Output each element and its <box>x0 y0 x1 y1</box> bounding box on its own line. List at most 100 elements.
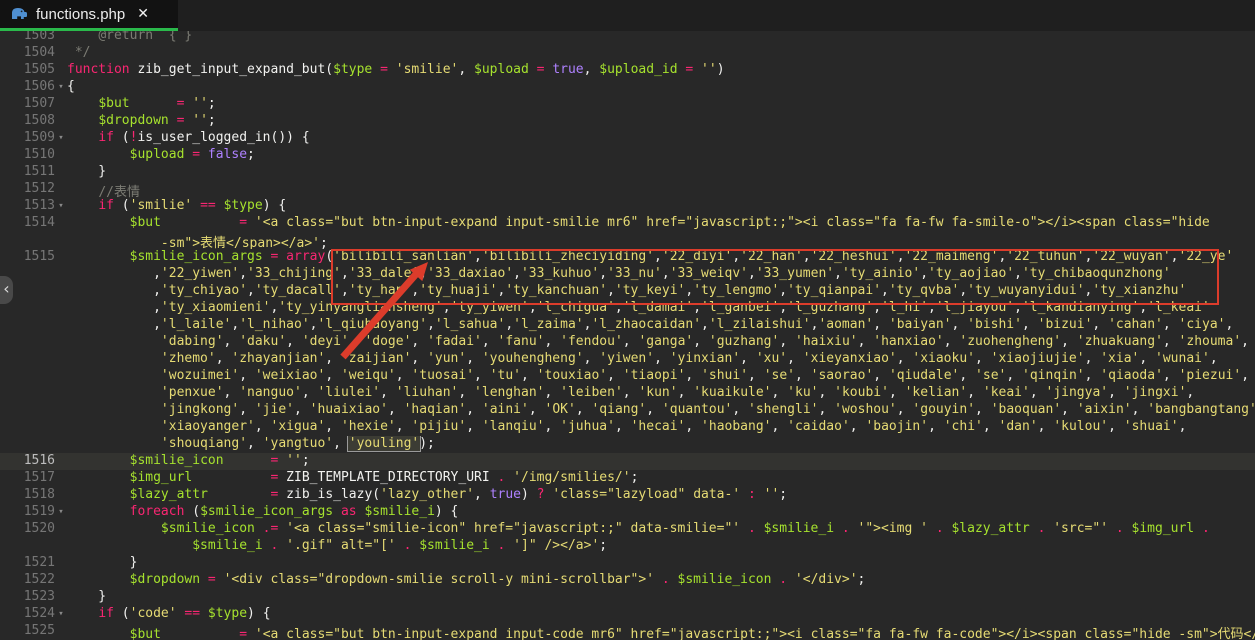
line-number <box>0 368 55 385</box>
code-text: $lazy_attr = zib_is_lazy('lazy_other', t… <box>67 487 1255 504</box>
fold-spacer <box>55 317 67 334</box>
code-line: ,'ty_xiaomieni','ty_yinyangliansheng','t… <box>0 300 1255 317</box>
line-number <box>0 538 55 555</box>
fold-spacer <box>55 419 67 436</box>
fold-spacer <box>55 351 67 368</box>
panel-collapse-handle[interactable]: ‹ <box>0 276 13 304</box>
code-line: 1514 $but = '<a class="but btn-input-exp… <box>0 215 1255 232</box>
code-text: $smilie_icon .= '<a class="smilie-icon" … <box>67 521 1255 538</box>
code-text: 'xiaoyanger', 'xigua', 'hexie', 'pijiu',… <box>67 419 1255 436</box>
line-number <box>0 351 55 368</box>
fold-spacer <box>55 181 67 198</box>
code-line: 'jingkong', 'jie', 'huaixiao', 'haqian',… <box>0 402 1255 419</box>
code-text: $smilie_icon_args = array('bilibili_sanl… <box>67 249 1255 266</box>
code-line: 1519▾ foreach ($smilie_icon_args as $smi… <box>0 504 1255 521</box>
code-line: 1518 $lazy_attr = zib_is_lazy('lazy_othe… <box>0 487 1255 504</box>
code-line: 1517 $img_url = ZIB_TEMPLATE_DIRECTORY_U… <box>0 470 1255 487</box>
code-line: 1507 $but = ''; <box>0 96 1255 113</box>
code-line: 1521 } <box>0 555 1255 572</box>
fold-spacer <box>55 589 67 606</box>
fold-marker-icon[interactable]: ▾ <box>55 198 67 215</box>
code-line: ,'22_yiwen','33_chijing','33_dale','33_d… <box>0 266 1255 283</box>
line-number <box>0 334 55 351</box>
fold-spacer <box>55 283 67 300</box>
code-line: 1506▾{ <box>0 79 1255 96</box>
fold-marker-icon[interactable]: ▾ <box>55 504 67 521</box>
code-line: 1512 //表情 <box>0 181 1255 198</box>
code-text: ,'ty_chiyao','ty_dacall','ty_han','ty_hu… <box>67 283 1255 300</box>
fold-spacer <box>55 62 67 79</box>
code-text: $smilie_i . '.gif" alt="[' . $smilie_i .… <box>67 538 1255 555</box>
code-line: 1516 $smilie_icon = ''; <box>0 453 1255 470</box>
fold-spacer <box>55 436 67 453</box>
code-text: ,'l_laile','l_nihao','l_qiubaoyang','l_s… <box>67 317 1255 334</box>
code-line: $smilie_i . '.gif" alt="[' . $smilie_i .… <box>0 538 1255 555</box>
fold-spacer <box>55 521 67 538</box>
line-number <box>0 402 55 419</box>
code-text: 'jingkong', 'jie', 'huaixiao', 'haqian',… <box>67 402 1255 419</box>
line-number: 1522 <box>0 572 55 589</box>
code-text: 'penxue', 'nanguo', 'liulei', 'liuhan', … <box>67 385 1255 402</box>
fold-spacer <box>55 164 67 181</box>
active-tab-underline <box>0 28 178 31</box>
code-line: 1515 $smilie_icon_args = array('bilibili… <box>0 249 1255 266</box>
fold-marker-icon[interactable]: ▾ <box>55 606 67 623</box>
code-line: 1523 } <box>0 589 1255 606</box>
fold-spacer <box>55 215 67 232</box>
code-line: 'dabing', 'daku', 'deyi', 'doge', 'fadai… <box>0 334 1255 351</box>
code-text: */ <box>67 45 1255 62</box>
code-line: 1524▾ if ('code' == $type) { <box>0 606 1255 623</box>
line-number: 1519 <box>0 504 55 521</box>
code-text: ,'ty_xiaomieni','ty_yinyangliansheng','t… <box>67 300 1255 317</box>
chevron-left-icon: ‹ <box>3 281 9 297</box>
code-area[interactable]: 1503 @return { }1504 */1505function zib_… <box>0 28 1255 640</box>
line-number: 1518 <box>0 487 55 504</box>
line-number: 1516 <box>0 453 55 470</box>
fold-spacer <box>55 368 67 385</box>
code-text: } <box>67 555 1255 572</box>
code-line: 1505function zib_get_input_expand_but($t… <box>0 62 1255 79</box>
php-elephant-icon <box>10 7 28 21</box>
fold-marker-icon[interactable]: ▾ <box>55 79 67 96</box>
line-number: 1509 <box>0 130 55 147</box>
line-number: 1515 <box>0 249 55 266</box>
fold-spacer <box>55 623 67 640</box>
fold-spacer <box>55 96 67 113</box>
line-number: 1520 <box>0 521 55 538</box>
code-line: 'xiaoyanger', 'xigua', 'hexie', 'pijiu',… <box>0 419 1255 436</box>
code-line: 1511 } <box>0 164 1255 181</box>
fold-spacer <box>55 249 67 266</box>
line-number: 1512 <box>0 181 55 198</box>
tab-functions-php[interactable]: functions.php ✕ <box>0 0 178 28</box>
fold-spacer <box>55 487 67 504</box>
code-text: } <box>67 589 1255 606</box>
code-text: $img_url = ZIB_TEMPLATE_DIRECTORY_URI . … <box>67 470 1255 487</box>
line-number: 1524 <box>0 606 55 623</box>
line-number: 1506 <box>0 79 55 96</box>
line-number: 1508 <box>0 113 55 130</box>
code-text: ,'22_yiwen','33_chijing','33_dale','33_d… <box>67 266 1255 283</box>
code-text: { <box>67 79 1255 96</box>
line-number <box>0 419 55 436</box>
line-number <box>0 317 55 334</box>
code-text: $upload = false; <box>67 147 1255 164</box>
close-icon[interactable]: ✕ <box>137 6 149 22</box>
code-text: if ('smilie' == $type) { <box>67 198 1255 215</box>
line-number: 1504 <box>0 45 55 62</box>
line-number: 1505 <box>0 62 55 79</box>
code-line: ,'ty_chiyao','ty_dacall','ty_han','ty_hu… <box>0 283 1255 300</box>
code-text: $but = ''; <box>67 96 1255 113</box>
code-text: foreach ($smilie_icon_args as $smilie_i)… <box>67 504 1255 521</box>
line-number: 1523 <box>0 589 55 606</box>
fold-spacer <box>55 572 67 589</box>
code-line: 1525 $but = '<a class="but btn-input-exp… <box>0 623 1255 640</box>
code-line: 'wozuimei', 'weixiao', 'weiqu', 'tuosai'… <box>0 368 1255 385</box>
code-line: 1508 $dropdown = ''; <box>0 113 1255 130</box>
line-number: 1517 <box>0 470 55 487</box>
code-line: 1504 */ <box>0 45 1255 62</box>
fold-marker-icon[interactable]: ▾ <box>55 130 67 147</box>
line-number: 1511 <box>0 164 55 181</box>
code-line: 1520 $smilie_icon .= '<a class="smilie-i… <box>0 521 1255 538</box>
line-number: 1525 <box>0 623 55 640</box>
code-text: 'zhemo', 'zhayanjian', 'zaijian', 'yun',… <box>67 351 1255 368</box>
